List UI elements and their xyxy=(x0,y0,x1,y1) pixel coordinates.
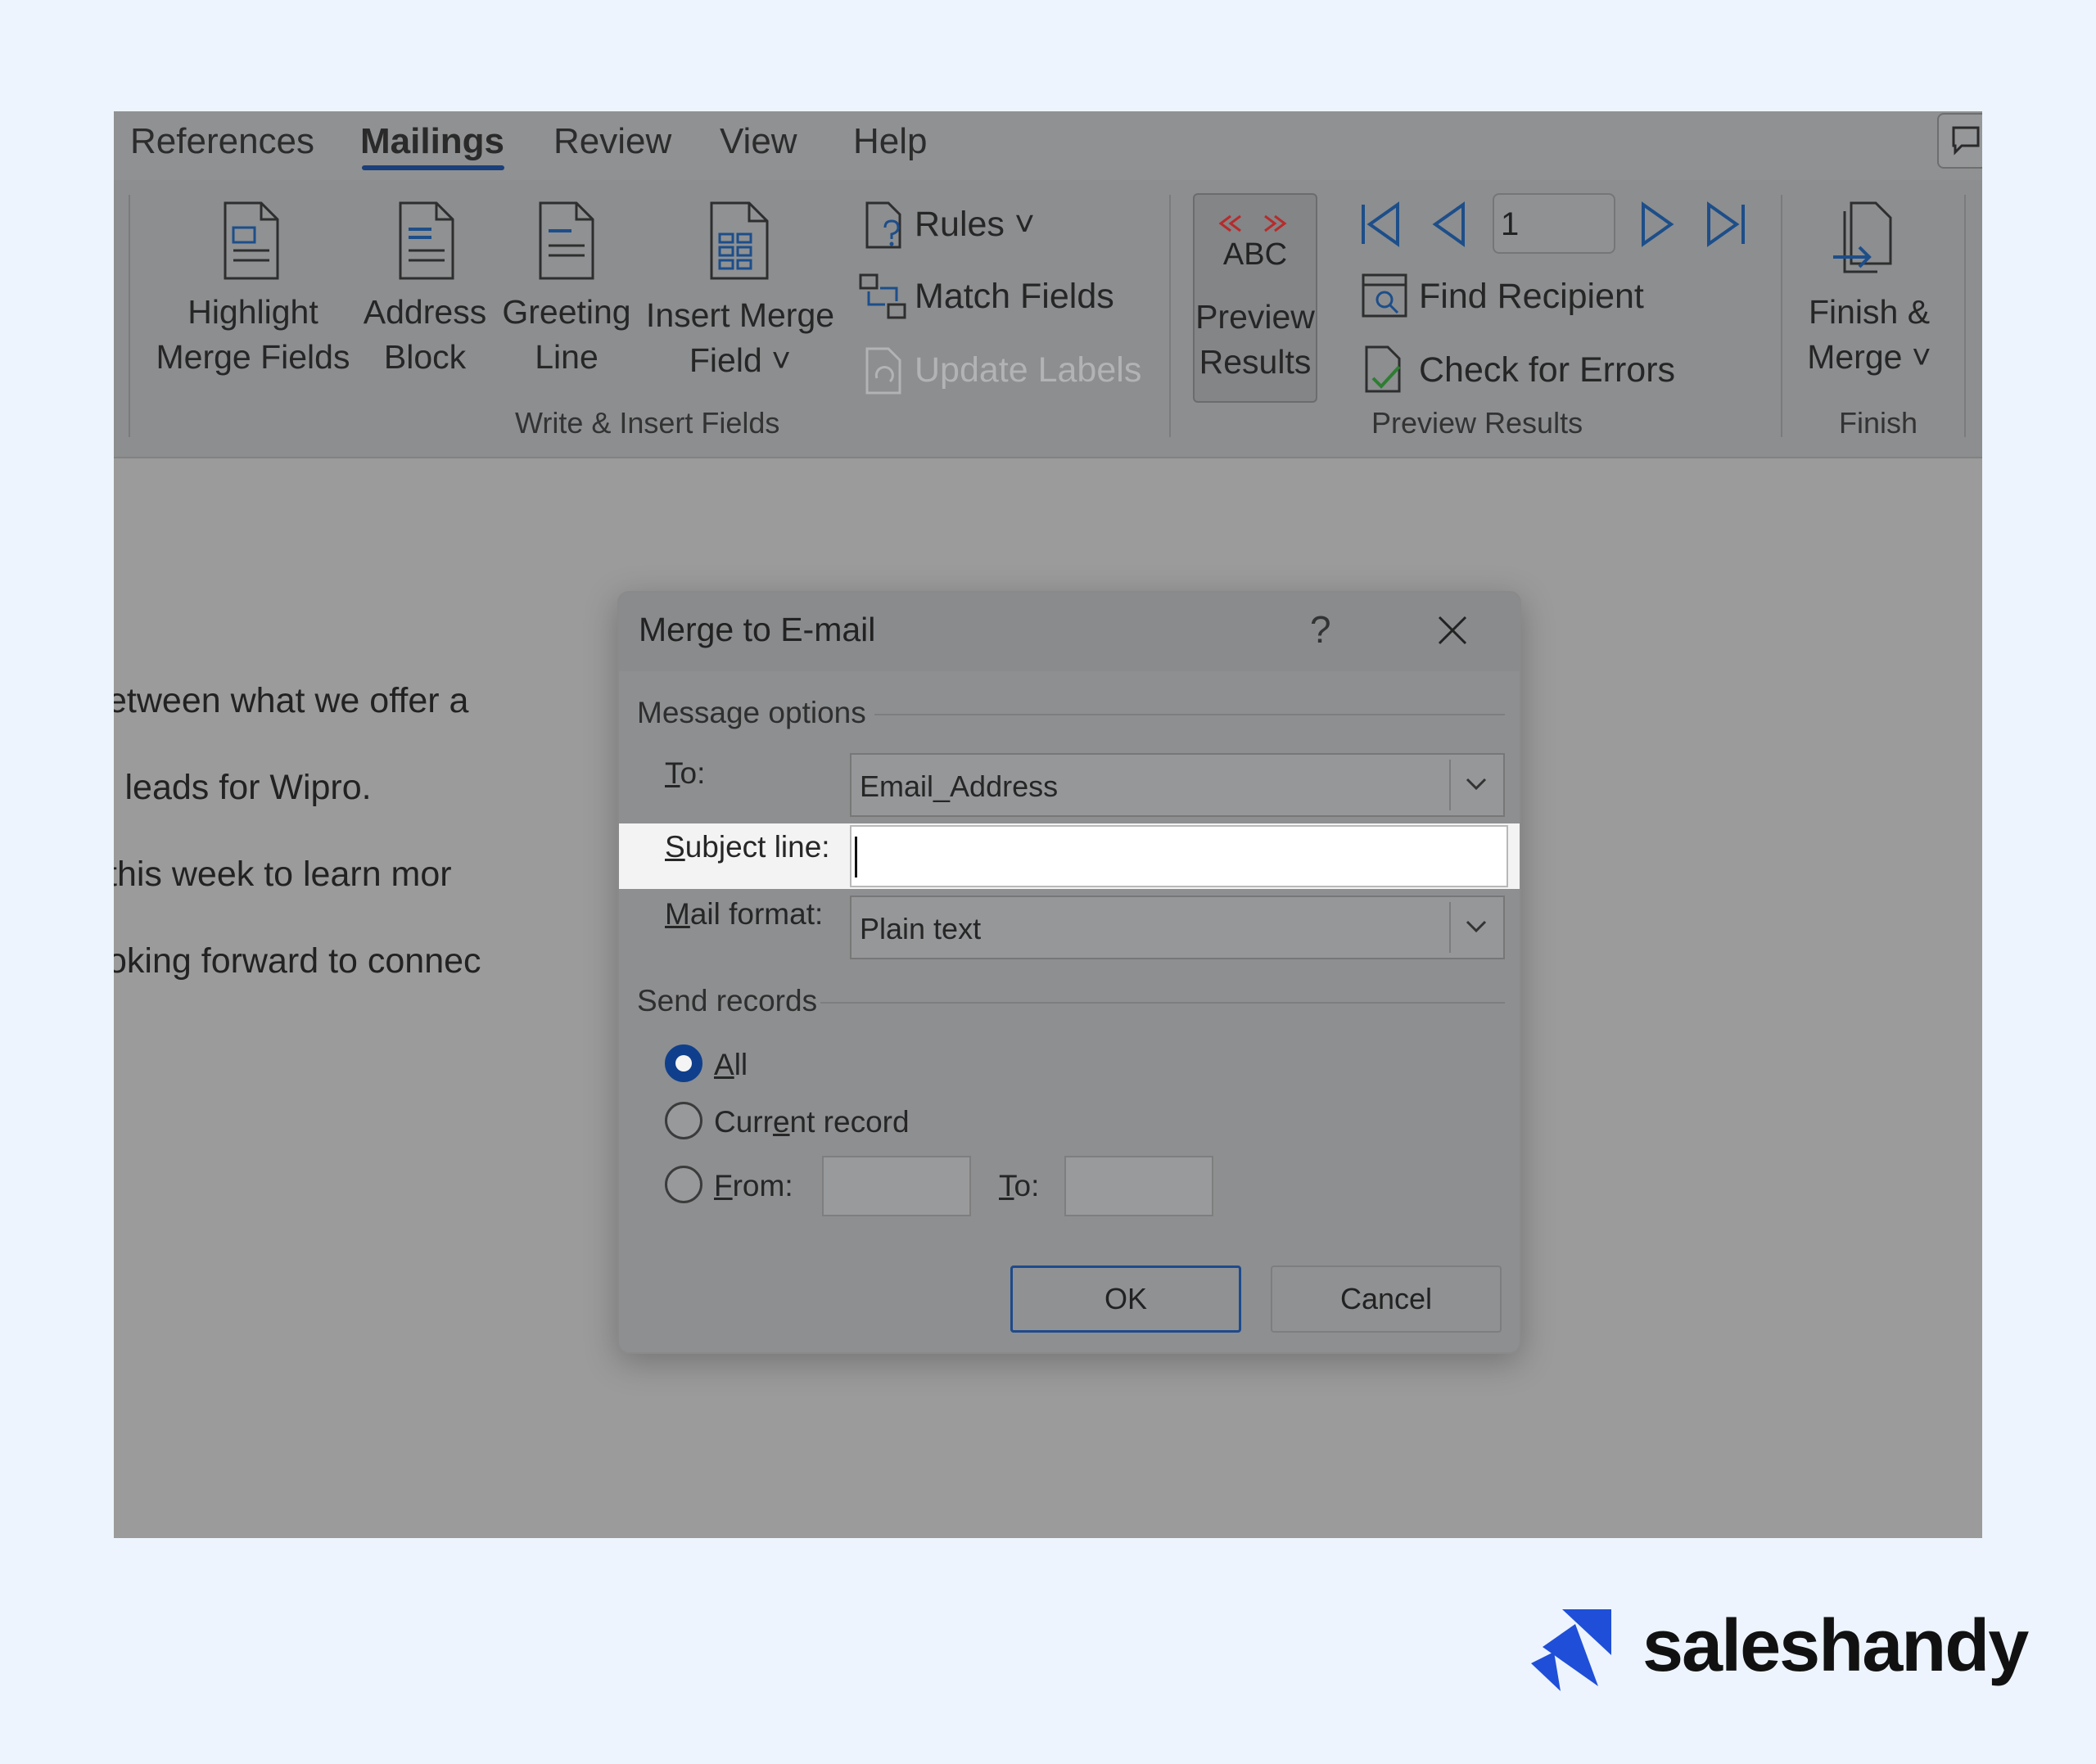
tab-mailings[interactable]: Mailings xyxy=(360,121,504,162)
ribbon-separator xyxy=(1964,195,1966,437)
address-block-button[interactable]: Address Block xyxy=(359,290,490,380)
from-record-input[interactable] xyxy=(822,1156,971,1216)
finish-merge-icon xyxy=(1833,201,1892,273)
rules-icon xyxy=(865,201,901,249)
check-for-errors-icon xyxy=(1365,345,1401,393)
merge-to-email-dialog: Merge to E-mail ? Message options To: Em… xyxy=(617,591,1521,1354)
insert-merge-field-button[interactable]: Insert Merge Field ˅ xyxy=(638,293,842,383)
to-combobox[interactable]: Email_Address xyxy=(850,753,1505,817)
previous-record-icon[interactable] xyxy=(1429,200,1470,249)
finish-merge-button[interactable]: Finish & Merge ˅ xyxy=(1804,290,1935,380)
ribbon-separator xyxy=(1781,195,1782,437)
dialog-title: Merge to E-mail xyxy=(639,611,876,648)
document-text-line: l leads for Wipro. xyxy=(114,768,372,807)
preview-results-group-label: Preview Results xyxy=(1371,406,1583,440)
ribbon-separator xyxy=(1169,195,1171,437)
tab-view[interactable]: View xyxy=(720,121,797,162)
match-fields-icon xyxy=(859,273,906,319)
finish-group-label: Finish xyxy=(1839,406,1918,440)
chevron-down-icon xyxy=(1466,778,1487,791)
from-range-radio[interactable] xyxy=(665,1166,702,1203)
find-recipient-button[interactable]: Find Recipient xyxy=(1419,277,1644,317)
match-fields-button[interactable]: Match Fields xyxy=(915,277,1114,317)
message-options-label: Message options xyxy=(637,696,866,729)
to-record-input[interactable] xyxy=(1064,1156,1213,1216)
greeting-line-icon xyxy=(539,201,594,280)
to-label: To: xyxy=(665,756,706,790)
ok-button[interactable]: OK xyxy=(1010,1265,1241,1333)
write-insert-fields-group-label: Write & Insert Fields xyxy=(515,406,780,440)
address-block-icon xyxy=(399,201,454,280)
last-record-icon[interactable] xyxy=(1701,200,1750,249)
next-record-icon[interactable] xyxy=(1637,200,1678,249)
current-record-radio[interactable] xyxy=(665,1102,702,1139)
active-tab-indicator xyxy=(362,165,504,170)
tab-references[interactable]: References xyxy=(130,121,314,162)
preview-abc-label: ABC xyxy=(1222,237,1288,272)
ribbon-separator xyxy=(129,195,130,437)
text-cursor xyxy=(855,837,857,877)
to-dropdown-button[interactable] xyxy=(1449,760,1500,810)
all-records-radio[interactable] xyxy=(665,1044,702,1082)
highlight-merge-fields-button[interactable]: Highlight Merge Fields xyxy=(155,290,351,380)
tab-help[interactable]: Help xyxy=(853,121,928,162)
preview-results-label: Preview Results xyxy=(1195,298,1315,381)
close-icon[interactable] xyxy=(1436,614,1469,647)
document-text-line: oking forward to connec xyxy=(114,941,481,981)
document-text-line: this week to learn mor xyxy=(114,855,452,894)
send-records-label: Send records xyxy=(637,984,818,1017)
all-records-label[interactable]: All xyxy=(714,1048,748,1082)
check-for-errors-button[interactable]: Check for Errors xyxy=(1419,350,1675,390)
record-number-input[interactable]: 1 xyxy=(1493,193,1615,254)
word-screenshot: References Mailings Review View Help Hig… xyxy=(114,111,1982,1538)
saleshandy-logo-text: saleshandy xyxy=(1642,1605,2029,1687)
mail-format-combobox[interactable]: Plain text xyxy=(850,896,1505,959)
first-record-icon[interactable] xyxy=(1357,200,1406,249)
insert-merge-field-icon xyxy=(710,201,769,280)
ribbon-tab-bar: References Mailings Review View Help xyxy=(114,111,1982,180)
update-labels-button[interactable]: Update Labels xyxy=(915,350,1141,390)
to-range-label: To: xyxy=(999,1169,1040,1202)
merge-chevrons-icon xyxy=(1218,214,1287,232)
preview-results-button[interactable]: ABC Preview Results xyxy=(1193,193,1317,403)
highlight-merge-fields-icon xyxy=(224,201,279,280)
saleshandy-logo-icon xyxy=(1531,1609,1611,1691)
comments-button[interactable] xyxy=(1937,113,1982,169)
from-label[interactable]: From: xyxy=(714,1169,793,1203)
mailings-ribbon: Highlight Merge Fields Address Block Greet… xyxy=(114,180,1982,458)
mail-format-label: Mail format: xyxy=(665,897,824,931)
help-button[interactable]: ? xyxy=(1310,607,1331,652)
update-labels-icon xyxy=(865,347,901,395)
current-record-label[interactable]: Current record xyxy=(714,1105,910,1139)
cancel-button[interactable]: Cancel xyxy=(1271,1265,1502,1333)
greeting-line-button[interactable]: Greeting Line xyxy=(499,290,635,380)
tab-review[interactable]: Review xyxy=(553,121,671,162)
subject-line-label: Subject line: xyxy=(665,830,830,864)
section-divider xyxy=(820,1002,1505,1004)
subject-line-input[interactable] xyxy=(850,825,1508,887)
find-recipient-icon xyxy=(1362,273,1407,318)
chevron-down-icon xyxy=(1466,920,1487,933)
section-divider xyxy=(874,714,1505,715)
mail-format-dropdown-button[interactable] xyxy=(1449,902,1500,953)
document-text-line: etween what we offer a xyxy=(114,681,469,720)
comment-icon xyxy=(1952,126,1980,156)
rules-button[interactable]: Rules ˅ xyxy=(915,205,1035,245)
